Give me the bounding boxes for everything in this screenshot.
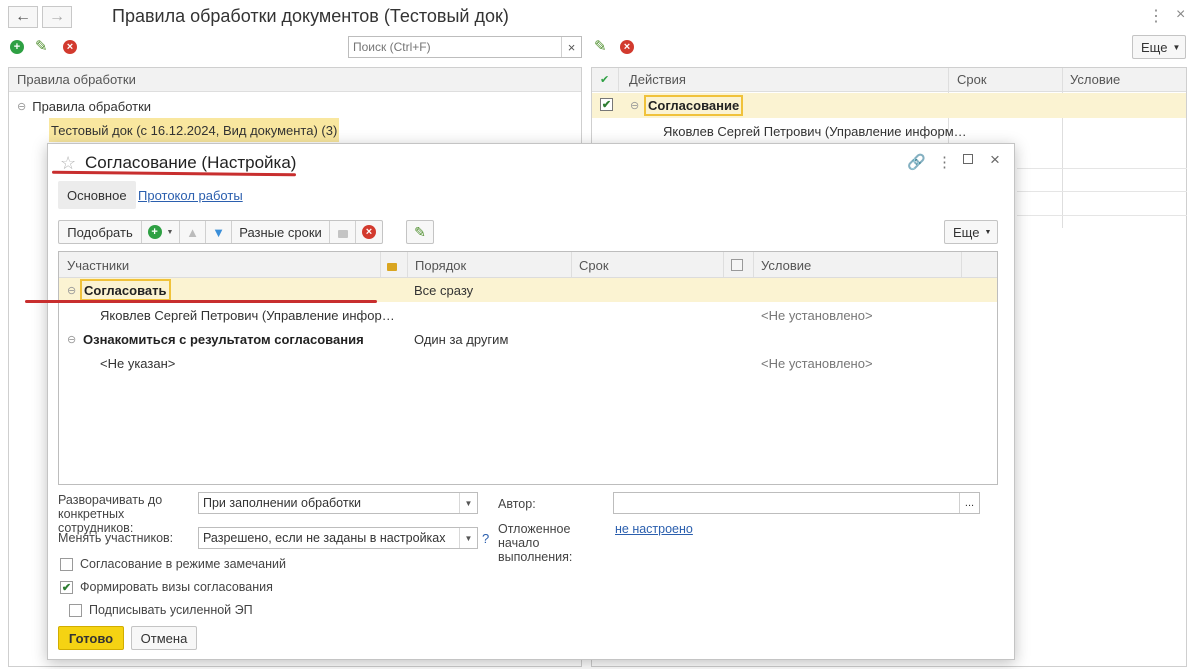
dialog-more-icon[interactable]: ⋮ — [937, 153, 952, 171]
grid-header: Участники Порядок Срок Условие — [59, 252, 997, 278]
right-pane-header: ✔ Действия Срок Условие — [592, 68, 1186, 92]
check-all-icon[interactable]: ✔ — [600, 73, 609, 86]
change-participants-label: Менять участников: — [58, 531, 174, 545]
author-select-button[interactable]: ... — [959, 493, 979, 513]
dropdown-arrow-icon: ▼ — [459, 528, 477, 548]
add-participant-button[interactable]: + ▼ — [142, 221, 180, 243]
delete-icon[interactable]: × — [63, 40, 77, 54]
more-vertical-icon[interactable]: ⋮ — [1148, 6, 1164, 26]
cancel-button[interactable]: Отмена — [131, 626, 197, 650]
lock-column-icon — [381, 252, 407, 278]
clear-icon: × — [567, 39, 576, 55]
right-edit-pencil-icon[interactable]: ✎ — [594, 37, 607, 55]
arrow-down-icon: ▼ — [212, 224, 225, 240]
column-actions: Действия — [629, 72, 686, 87]
collapse-icon[interactable]: ⊖ — [67, 278, 76, 302]
dialog-title: Согласование (Настройка) — [85, 153, 297, 172]
author-input[interactable] — [614, 493, 959, 513]
tab-log[interactable]: Протокол работы — [138, 181, 243, 209]
approval-settings-dialog: ☆ Согласование (Настройка) 🔗 ⋮ × Основно… — [25, 143, 1015, 660]
remove-participant-button[interactable]: × — [356, 221, 382, 243]
edit-pencil-icon[interactable]: ✎ — [35, 37, 48, 55]
different-terms-button[interactable]: Разные сроки — [232, 221, 330, 243]
table-row[interactable]: ⊖ Согласовать Все сразу — [59, 278, 997, 302]
table-row[interactable]: <Не указан> <Не установлено> — [59, 351, 997, 375]
search-field: × — [348, 36, 582, 58]
deferred-start-link[interactable]: не настроено — [615, 522, 693, 536]
add-icon: + — [147, 225, 162, 239]
clear-search-button[interactable]: × — [561, 37, 581, 57]
sign-option[interactable]: Подписывать усиленной ЭП — [69, 603, 253, 617]
edit-condition-icon: ✎ — [414, 223, 426, 240]
condition-flag-column-icon — [723, 252, 753, 278]
done-button[interactable]: Готово — [58, 626, 124, 650]
pick-button[interactable]: Подобрать — [59, 221, 142, 243]
collapse-icon[interactable]: ⊖ — [67, 327, 76, 351]
dialog-close-icon[interactable]: × — [990, 150, 1000, 170]
sign-checkbox[interactable] — [69, 603, 82, 617]
tree-selected-item[interactable]: Тестовый док (с 16.12.2024, Вид документ… — [49, 118, 340, 142]
forward-button[interactable]: → — [42, 6, 72, 28]
right-row-person[interactable]: Яковлев Сергей Петрович (Управление инфо… — [663, 120, 967, 142]
tab-main[interactable]: Основное — [58, 181, 136, 209]
column-term[interactable]: Срок — [571, 252, 609, 278]
arrow-right-icon: → — [49, 8, 65, 25]
right-collapse-icon[interactable]: ⊖ — [630, 99, 639, 112]
add-icon[interactable]: + — [10, 40, 24, 54]
remarks-mode-checkbox[interactable] — [60, 557, 73, 571]
close-window-icon[interactable]: × — [1176, 6, 1185, 24]
condition-edit-button[interactable]: ✎ — [406, 220, 434, 244]
table-row[interactable]: Яковлев Сергей Петрович (Управление инфо… — [59, 303, 997, 327]
column-order[interactable]: Порядок — [407, 252, 466, 278]
author-field: ... — [613, 492, 980, 514]
dropdown-arrow-icon: ▼ — [1172, 42, 1181, 52]
expand-label: Разворачивать до конкретных сотрудников: — [58, 493, 163, 535]
row-checkbox[interactable]: ✔ — [600, 98, 613, 111]
tree-root[interactable]: ⊖ Правила обработки — [17, 96, 151, 116]
right-row-selected[interactable]: ✔ ⊖ Согласование — [592, 93, 1186, 118]
arrow-left-icon: ← — [15, 8, 31, 25]
lock-icon — [337, 230, 348, 238]
participants-grid: Участники Порядок Срок Условие ⊖ Согласо… — [25, 251, 998, 485]
dialog-more-button[interactable]: Еще ▼ — [944, 220, 998, 244]
help-icon[interactable]: ? — [482, 531, 489, 546]
form-visas-option[interactable]: ✔ Формировать визы согласования — [60, 580, 273, 594]
move-up-button[interactable]: ▲ — [180, 221, 206, 243]
arrow-up-icon: ▲ — [186, 224, 199, 240]
maximize-icon[interactable] — [963, 154, 973, 164]
delete-icon: × — [362, 225, 376, 239]
search-input[interactable] — [349, 37, 561, 57]
form-visas-checkbox[interactable]: ✔ — [60, 580, 73, 594]
dropdown-arrow-icon: ▼ — [166, 228, 174, 236]
remarks-mode-option[interactable]: Согласование в режиме замечаний — [60, 557, 286, 571]
action-approval: Согласование — [644, 95, 744, 116]
right-delete-icon[interactable]: × — [620, 40, 634, 54]
change-participants-select[interactable]: Разрешено, если не заданы в настройках ▼ — [198, 527, 478, 549]
dropdown-arrow-icon: ▼ — [459, 493, 477, 513]
move-down-button[interactable]: ▼ — [206, 221, 232, 243]
author-label: Автор: — [498, 497, 536, 511]
left-pane-header: Правила обработки — [9, 68, 581, 92]
dropdown-arrow-icon: ▼ — [984, 228, 992, 236]
expand-select[interactable]: При заполнении обработки ▼ — [198, 492, 478, 514]
collapse-icon[interactable]: ⊖ — [17, 100, 26, 113]
right-more-button[interactable]: Еще ▼ — [1132, 35, 1186, 59]
column-participants[interactable]: Участники — [59, 252, 129, 278]
back-button[interactable]: ← — [8, 6, 38, 28]
column-condition[interactable]: Условие — [753, 252, 811, 278]
table-row[interactable]: ⊖ Ознакомиться с результатом согласовани… — [59, 327, 997, 351]
window-title: Правила обработки документов (Тестовый д… — [112, 6, 509, 26]
column-condition: Условие — [1070, 72, 1121, 87]
grid-toolbar: Подобрать + ▼ ▲ ▼ Разные сроки × — [58, 220, 383, 244]
lock-button[interactable] — [330, 221, 356, 243]
column-term: Срок — [957, 72, 987, 87]
deferred-start-label: Отложенное начало выполнения: — [498, 522, 573, 564]
link-icon[interactable]: 🔗 — [907, 153, 926, 171]
